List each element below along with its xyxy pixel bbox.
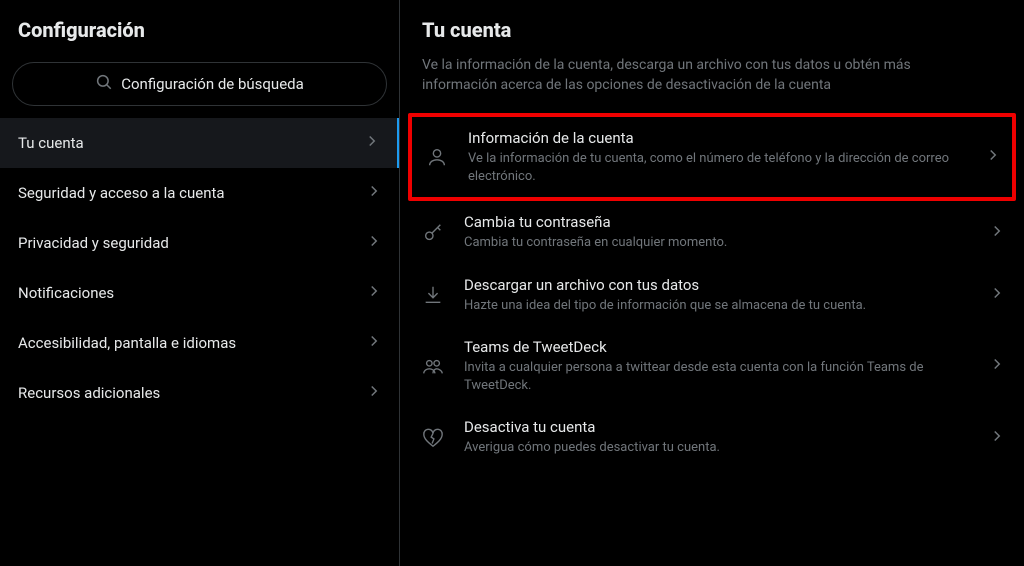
search-wrap: Configuración de búsqueda — [0, 62, 399, 118]
option-title: Desactiva tu cuenta — [464, 418, 968, 436]
option-title: Descargar un archivo con tus datos — [464, 276, 968, 294]
chevron-right-icon — [365, 382, 383, 404]
settings-sidebar: Configuración Configuración de búsqueda … — [0, 0, 400, 566]
chevron-right-icon — [984, 146, 1002, 168]
option-body: Desactiva tu cuenta Averigua cómo puedes… — [464, 418, 968, 457]
sidebar-title: Configuración — [0, 0, 399, 62]
option-subtitle: Invita a cualquier persona a twittear de… — [464, 359, 968, 394]
sidebar-item-label: Accesibilidad, pantalla e idiomas — [18, 334, 236, 352]
option-deactivate[interactable]: Desactiva tu cuenta Averigua cómo puedes… — [400, 406, 1024, 469]
option-download-data[interactable]: Descargar un archivo con tus datos Hazte… — [400, 264, 1024, 327]
option-change-password[interactable]: Cambia tu contraseña Cambia tu contraseñ… — [400, 201, 1024, 264]
sidebar-item-label: Recursos adicionales — [18, 384, 160, 402]
search-icon — [95, 73, 113, 95]
heartbreak-icon — [422, 427, 444, 449]
option-body: Teams de TweetDeck Invita a cualquier pe… — [464, 338, 968, 394]
option-account-info[interactable]: Información de la cuenta Ve la informaci… — [408, 113, 1016, 201]
chevron-right-icon — [365, 182, 383, 204]
chevron-right-icon — [988, 355, 1006, 377]
option-title: Información de la cuenta — [468, 129, 964, 147]
download-icon — [422, 284, 444, 306]
account-options: Información de la cuenta Ve la informaci… — [400, 113, 1024, 469]
sidebar-item-label: Tu cuenta — [18, 134, 84, 152]
page-description: Ve la información de la cuenta, descarga… — [400, 56, 1024, 113]
sidebar-item-resources[interactable]: Recursos adicionales — [0, 368, 399, 418]
sidebar-item-accessibility[interactable]: Accesibilidad, pantalla e idiomas — [0, 318, 399, 368]
option-body: Información de la cuenta Ve la informaci… — [468, 129, 964, 185]
search-placeholder: Configuración de búsqueda — [121, 75, 304, 93]
key-icon — [422, 222, 444, 244]
option-title: Cambia tu contraseña — [464, 213, 968, 231]
option-body: Cambia tu contraseña Cambia tu contraseñ… — [464, 213, 968, 252]
sidebar-item-privacy[interactable]: Privacidad y seguridad — [0, 218, 399, 268]
chevron-right-icon — [988, 284, 1006, 306]
sidebar-item-security[interactable]: Seguridad y acceso a la cuenta — [0, 168, 399, 218]
option-subtitle: Ve la información de tu cuenta, como el … — [468, 150, 964, 185]
chevron-right-icon — [365, 282, 383, 304]
chevron-right-icon — [365, 232, 383, 254]
main-panel: Tu cuenta Ve la información de la cuenta… — [400, 0, 1024, 566]
chevron-right-icon — [988, 427, 1006, 449]
chevron-right-icon — [365, 332, 383, 354]
option-subtitle: Hazte una idea del tipo de información q… — [464, 297, 968, 315]
option-body: Descargar un archivo con tus datos Hazte… — [464, 276, 968, 315]
chevron-right-icon — [988, 222, 1006, 244]
user-icon — [426, 146, 448, 168]
people-icon — [422, 355, 444, 377]
page-title: Tu cuenta — [400, 0, 1024, 56]
sidebar-item-label: Notificaciones — [18, 284, 114, 302]
option-tweetdeck-teams[interactable]: Teams de TweetDeck Invita a cualquier pe… — [400, 326, 1024, 406]
sidebar-item-notifications[interactable]: Notificaciones — [0, 268, 399, 318]
search-input[interactable]: Configuración de búsqueda — [12, 62, 387, 106]
sidebar-item-label: Seguridad y acceso a la cuenta — [18, 184, 225, 202]
sidebar-item-label: Privacidad y seguridad — [18, 234, 169, 252]
sidebar-nav: Tu cuenta Seguridad y acceso a la cuenta… — [0, 118, 399, 418]
option-subtitle: Cambia tu contraseña en cualquier moment… — [464, 234, 968, 252]
sidebar-item-account[interactable]: Tu cuenta — [0, 118, 399, 168]
chevron-right-icon — [363, 132, 381, 154]
option-subtitle: Averigua cómo puedes desactivar tu cuent… — [464, 439, 968, 457]
option-title: Teams de TweetDeck — [464, 338, 968, 356]
